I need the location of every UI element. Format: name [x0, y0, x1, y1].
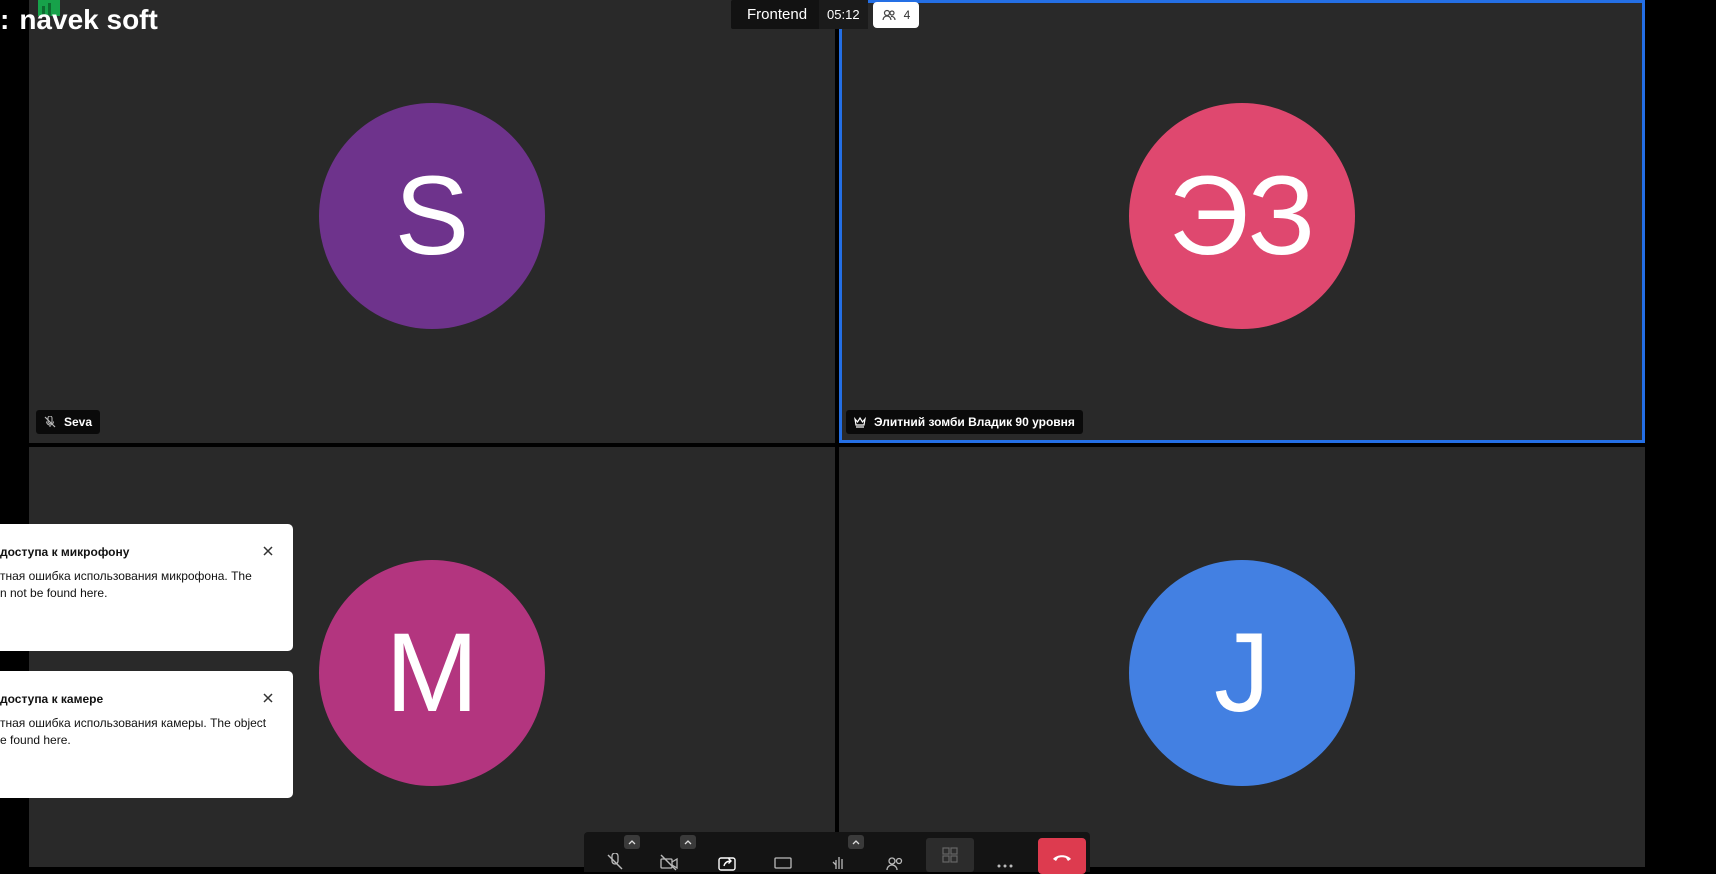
- participants-button[interactable]: [878, 850, 912, 874]
- notification-microphone-error: доступа к микрофону тная ошибка использо…: [0, 524, 293, 651]
- close-icon[interactable]: [261, 544, 275, 558]
- close-icon[interactable]: [261, 691, 275, 705]
- notification-title: доступа к камере: [0, 692, 104, 706]
- hangup-button[interactable]: [1038, 838, 1086, 874]
- avatar: M: [319, 560, 545, 786]
- notification-body-line: e found here.: [0, 733, 71, 747]
- microphone-button[interactable]: [598, 850, 632, 874]
- participants-icon: [886, 857, 903, 871]
- chevron-up-icon: [628, 840, 636, 845]
- chevron-up-icon: [684, 840, 692, 845]
- avatar: S: [319, 103, 545, 329]
- notification-camera-error: доступа к камере тная ошибка использован…: [0, 671, 293, 798]
- notification-body: тная ошибка использования камеры. The ob…: [0, 715, 270, 749]
- avatar: ЭЗ: [1129, 103, 1355, 329]
- camera-button[interactable]: [652, 850, 686, 874]
- moderator-crown-icon: [854, 416, 866, 428]
- conference-timer: 05:12: [819, 0, 868, 29]
- notification-title: доступа к микрофону: [0, 545, 130, 559]
- participants-icon: [882, 9, 896, 21]
- tile-view-icon: [942, 847, 958, 863]
- participant-name-tag: Элитний зомби Владик 90 уровня: [846, 410, 1083, 434]
- chat-icon: [774, 857, 792, 869]
- share-screen-button[interactable]: [710, 850, 744, 874]
- brand-logo-text: navek soft: [19, 4, 158, 35]
- participant-tile-j[interactable]: J: [839, 447, 1645, 867]
- participant-tile-dominant[interactable]: ЭЗ Элитний зомби Владик 90 уровня: [839, 0, 1645, 443]
- reactions-options-caret[interactable]: [848, 835, 864, 849]
- more-icon: [997, 864, 1013, 868]
- share-screen-icon: [718, 857, 736, 871]
- camera-options-caret[interactable]: [680, 835, 696, 849]
- participant-count: 4: [903, 8, 911, 22]
- participant-name-tag: Seva: [36, 410, 101, 434]
- participant-count-badge[interactable]: 4: [873, 2, 919, 28]
- notification-body-line: тная ошибка использования камеры. The ob…: [0, 716, 267, 730]
- chat-button[interactable]: [766, 850, 800, 874]
- conference-subject: Frontend: [747, 6, 808, 23]
- participant-name: Seva: [64, 415, 93, 429]
- toolbar: [584, 832, 1090, 874]
- notification-body: тная ошибка использования микрофона. The…: [0, 568, 270, 602]
- participant-name: Элитний зомби Владик 90 уровня: [874, 415, 1075, 429]
- brand-logo[interactable]: : navek soft: [0, 4, 158, 36]
- participant-tile-seva[interactable]: S Seva: [29, 0, 835, 443]
- chevron-up-icon: [852, 840, 860, 845]
- microphone-options-caret[interactable]: [624, 835, 640, 849]
- hangup-icon: [1053, 855, 1071, 861]
- raise-hand-icon: [832, 857, 843, 869]
- microphone-muted-icon: [44, 416, 56, 428]
- avatar: J: [1129, 560, 1355, 786]
- more-options-button[interactable]: [988, 850, 1022, 874]
- conference-subject-bar: Frontend 05:12: [731, 0, 868, 29]
- notification-body-line: n not be found here.: [0, 586, 108, 600]
- microphone-muted-icon: [607, 853, 623, 870]
- participant-tile-m[interactable]: M: [29, 447, 835, 867]
- notification-body-line: тная ошибка использования микрофона. The: [0, 569, 252, 583]
- raise-hand-button[interactable]: [822, 850, 856, 874]
- camera-off-icon: [660, 854, 678, 871]
